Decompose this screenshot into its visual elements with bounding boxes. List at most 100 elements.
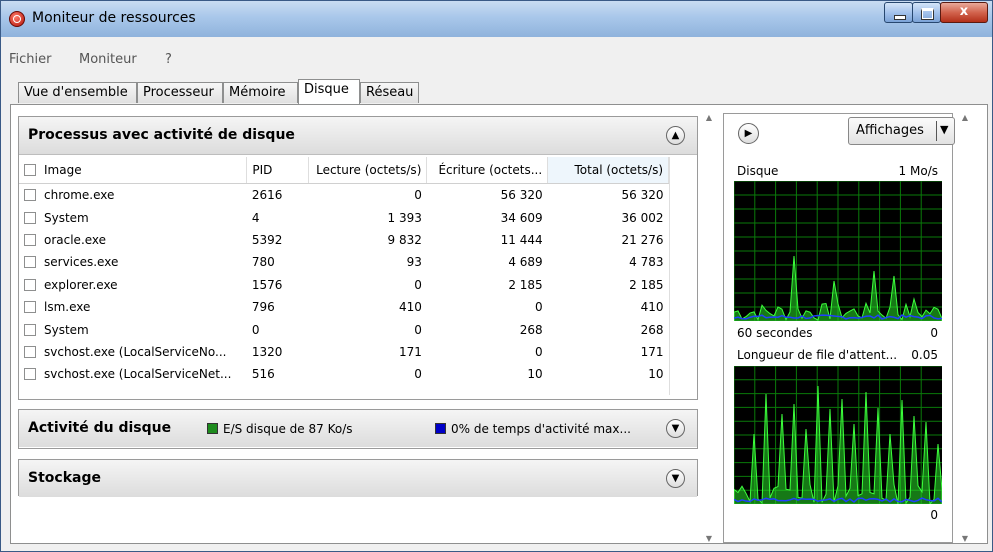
window-title: Moniteur de ressources	[32, 10, 196, 26]
close-button[interactable]	[940, 2, 988, 23]
disk-graph-max: 1 Mo/s	[898, 164, 938, 178]
process-checkbox[interactable]	[24, 301, 36, 314]
resource-monitor-window: Moniteur de ressources Fichier Moniteur …	[0, 0, 993, 552]
process-image: oracle.exe	[19, 229, 247, 251]
column-header-pid[interactable]: PID	[246, 157, 310, 184]
scroll-down-icon[interactable]: ▼	[702, 534, 716, 543]
chevron-right-icon: ▶	[744, 128, 753, 139]
process-image: System	[19, 318, 247, 340]
process-total: 4 783	[629, 255, 664, 270]
queue-graph-min: 0	[930, 508, 938, 522]
scroll-up-icon[interactable]: ▲	[958, 113, 972, 122]
collapse-graphs-button[interactable]: ▶	[738, 123, 759, 144]
table-row[interactable]: System 0 0 268 268	[19, 318, 669, 340]
resource-monitor-icon	[9, 11, 25, 27]
process-checkbox[interactable]	[24, 211, 36, 224]
column-header-image[interactable]: Image	[19, 157, 248, 184]
title-bar[interactable]: Moniteur de ressources	[1, 1, 992, 37]
expand-disk-activity-button[interactable]: ▼	[666, 419, 685, 438]
process-read: 9 832	[387, 232, 422, 247]
process-write: 0	[535, 344, 543, 359]
disk-activity-title: Activité du disque	[28, 420, 172, 436]
disk-activity-header[interactable]: Activité du disque E/S disque de 87 Ko/s…	[19, 410, 697, 447]
process-write: 56 320	[500, 188, 543, 203]
process-image: explorer.exe	[19, 274, 247, 296]
views-dropdown-label: Affichages	[856, 123, 924, 138]
queue-graph-title: Longueur de file d'attent...	[737, 348, 898, 362]
process-total: 56 320	[621, 188, 664, 203]
tab-network[interactable]: Réseau	[360, 82, 419, 103]
process-read: 171	[398, 344, 422, 359]
table-row[interactable]: svchost.exe (LocalServiceNo... 1320 171 0 17…	[19, 341, 669, 363]
scroll-up-icon[interactable]: ▲	[702, 113, 716, 122]
process-read: 410	[398, 300, 422, 315]
maximize-button[interactable]	[912, 2, 941, 23]
process-write: 34 609	[500, 210, 543, 225]
storage-header[interactable]: Stockage ▼	[19, 460, 697, 497]
process-checkbox[interactable]	[24, 256, 36, 269]
tab-overview[interactable]: Vue d'ensemble	[18, 82, 137, 103]
process-read: 93	[406, 255, 422, 270]
minimize-button[interactable]	[884, 2, 913, 23]
process-total: 10	[648, 367, 664, 382]
expand-storage-button[interactable]: ▼	[666, 469, 685, 488]
table-row[interactable]: services.exe 780 93 4 689 4 783	[19, 251, 669, 273]
table-row[interactable]: System 4 1 393 34 609 36 002	[19, 206, 669, 228]
table-header-row: Image PID Lecture (octets/s) Écriture (o…	[19, 157, 669, 184]
table-row[interactable]: svchost.exe (LocalServiceNet... 516 0 10 10	[19, 363, 669, 385]
disk-graph-title: Disque	[737, 164, 779, 178]
disk-graph-min: 0	[930, 326, 938, 340]
process-write: 2 185	[508, 277, 543, 292]
process-checkbox[interactable]	[24, 189, 36, 202]
table-row[interactable]: oracle.exe 5392 9 832 11 444 21 276	[19, 229, 669, 251]
column-header-read[interactable]: Lecture (octets/s)	[308, 157, 428, 184]
dropdown-arrow-icon: ▼	[940, 123, 949, 136]
disk-activity-section: Activité du disque E/S disque de 87 Ko/s…	[18, 409, 698, 449]
tab-memory[interactable]: Mémoire	[223, 82, 298, 103]
blue-legend-icon	[435, 423, 446, 434]
tab-disk[interactable]: Disque	[298, 79, 360, 104]
process-pid: 780	[251, 255, 275, 270]
column-header-total[interactable]: Total (octets/s)	[547, 157, 669, 184]
process-pid: 0	[251, 322, 260, 337]
process-checkbox[interactable]	[24, 345, 36, 358]
processes-section: Processus avec activité de disque ▲ Imag…	[18, 116, 698, 400]
process-read: 0	[414, 277, 422, 292]
tab-processor[interactable]: Processeur	[137, 82, 223, 103]
processes-title: Processus avec activité de disque	[28, 127, 295, 143]
processes-table: Image PID Lecture (octets/s) Écriture (o…	[19, 157, 669, 386]
right-pane-scrollbar[interactable]: ▲ ▼	[958, 113, 972, 543]
process-checkbox[interactable]	[24, 233, 36, 246]
active-time-indicator: 0% de temps d'activité max...	[435, 422, 631, 436]
process-pid: 4	[251, 210, 260, 225]
views-dropdown[interactable]: Affichages ▼	[848, 117, 955, 145]
left-pane-scrollbar[interactable]: ▲ ▼	[702, 113, 716, 543]
table-row[interactable]: lsm.exe 796 410 0 410	[19, 296, 669, 318]
process-image: lsm.exe	[19, 296, 247, 318]
scroll-down-icon[interactable]: ▼	[958, 534, 972, 543]
process-checkbox[interactable]	[24, 323, 36, 336]
menu-help[interactable]: ?	[165, 52, 172, 67]
collapse-processes-button[interactable]: ▲	[666, 126, 685, 145]
process-write: 4 689	[508, 255, 543, 270]
queue-graph-max: 0.05	[911, 348, 938, 362]
process-total: 171	[640, 344, 664, 359]
table-row[interactable]: chrome.exe 2616 0 56 320 56 320	[19, 184, 669, 207]
process-read: 0	[414, 188, 422, 203]
table-row[interactable]: explorer.exe 1576 0 2 185 2 185	[19, 274, 669, 296]
select-all-checkbox[interactable]	[24, 164, 36, 176]
process-checkbox[interactable]	[24, 368, 36, 381]
menu-moniteur[interactable]: Moniteur	[79, 52, 137, 67]
process-read: 1 393	[387, 210, 422, 225]
process-checkbox[interactable]	[24, 278, 36, 291]
disk-graph-time-label: 60 secondes	[737, 326, 813, 340]
menu-fichier[interactable]: Fichier	[9, 52, 52, 67]
disk-io-indicator: E/S disque de 87 Ko/s	[207, 422, 353, 436]
column-header-write[interactable]: Écriture (octets...	[426, 157, 549, 184]
process-image: svchost.exe (LocalServiceNo...	[19, 341, 247, 363]
process-pid: 5392	[251, 232, 283, 247]
processes-header[interactable]: Processus avec activité de disque ▲	[19, 117, 697, 155]
chevron-down-icon: ▼	[671, 423, 680, 434]
process-image: System	[19, 206, 247, 228]
process-total: 2 185	[629, 277, 664, 292]
